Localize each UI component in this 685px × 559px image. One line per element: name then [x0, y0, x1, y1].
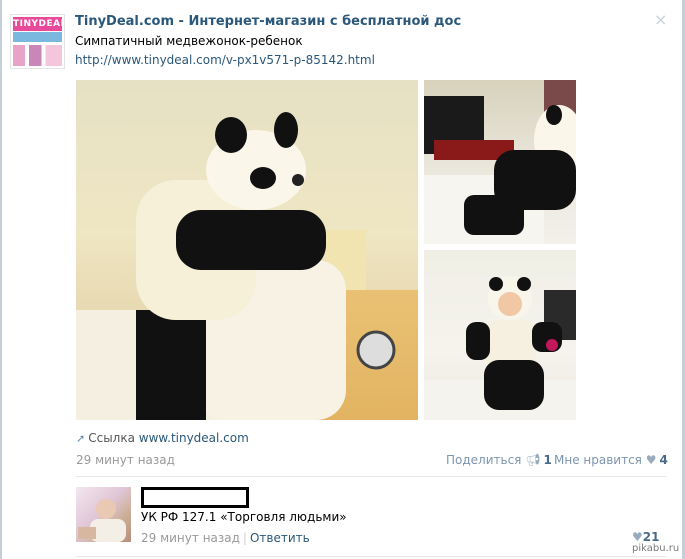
group-avatar[interactable]: TINYDEAL — [10, 14, 65, 69]
post-title[interactable]: TinyDeal.com - Интернет-магазин с беспла… — [75, 14, 461, 29]
commenter-avatar[interactable] — [76, 487, 131, 542]
window-frame-left — [0, 0, 2, 559]
share-label: Поделиться — [446, 453, 522, 467]
comment-timestamp[interactable]: 29 минут назад — [141, 531, 240, 545]
divider — [76, 556, 666, 557]
panda-photo-illustration — [76, 112, 418, 420]
post-timestamp[interactable]: 29 минут назад — [76, 453, 175, 467]
heart-icon: ♥ — [632, 530, 643, 544]
reply-link[interactable]: Ответить — [250, 531, 310, 545]
like-button[interactable]: Мне нравится ♥ 4 — [554, 453, 668, 467]
comment-meta: 29 минут назад | Ответить — [141, 531, 310, 545]
like-label: Мне нравится — [554, 453, 642, 467]
close-icon[interactable]: × — [654, 10, 667, 29]
panda-laptop-illustration — [424, 80, 576, 244]
comment-like-button[interactable]: ♥21 — [632, 530, 659, 544]
share-count: 1 — [543, 453, 552, 467]
comment-text: УК РФ 127.1 «Торговля людьми» — [141, 510, 347, 524]
panda-sitting-illustration — [424, 276, 576, 420]
link-label: Ссылка — [88, 431, 135, 445]
heart-icon: ♥ — [645, 453, 657, 467]
redacted-username — [141, 487, 249, 508]
tinydeal-logo: TINYDEAL — [13, 17, 65, 31]
commenter-avatar-image — [78, 499, 126, 542]
megaphone-icon: 📢︎ — [525, 453, 541, 467]
logo-product-images — [13, 45, 62, 66]
share-button[interactable]: Поделиться 📢︎ 1 — [446, 453, 552, 467]
attached-link[interactable]: ➚ Ссылка www.tinydeal.com — [76, 431, 249, 445]
photo-sitting[interactable] — [424, 250, 576, 420]
link-domain[interactable]: www.tinydeal.com — [139, 431, 249, 445]
watermark: pikabu.ru — [632, 543, 680, 554]
logo-subtitle-strip — [13, 32, 62, 42]
link-arrow-icon: ➚ — [76, 432, 86, 445]
post-description: Симпатичный медвежонок-ребенок — [75, 34, 303, 48]
meta-separator: | — [242, 531, 247, 545]
photo-laptop[interactable] — [424, 80, 576, 244]
post-url-link[interactable]: http://www.tinydeal.com/v-px1v571-p-8514… — [75, 53, 375, 67]
divider — [76, 476, 666, 477]
comment-like-count: 21 — [642, 530, 660, 544]
like-count: 4 — [659, 453, 668, 467]
photo-main[interactable] — [76, 80, 418, 420]
